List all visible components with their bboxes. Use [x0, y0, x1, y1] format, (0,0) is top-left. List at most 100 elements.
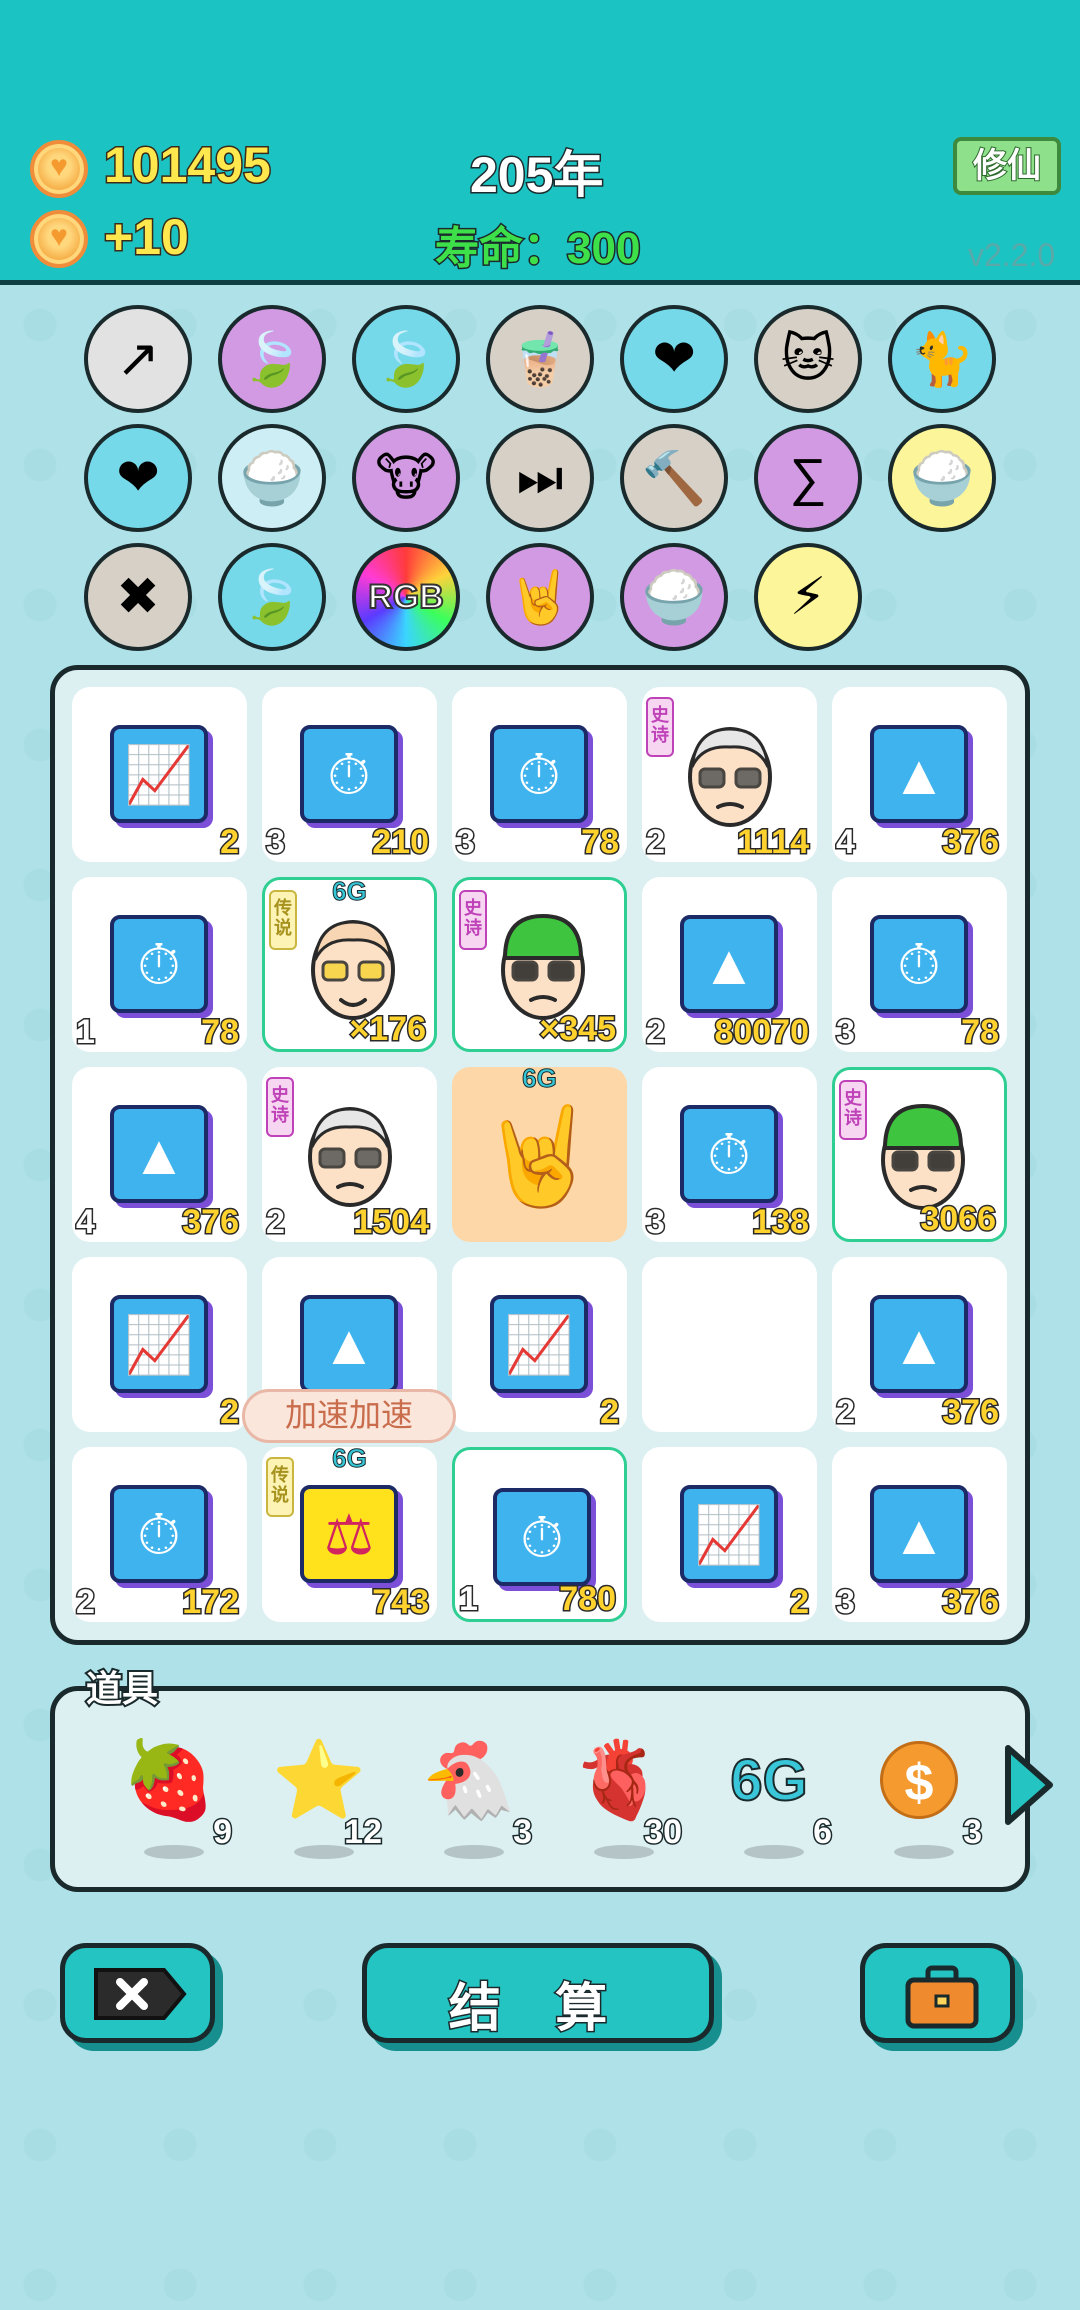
bubble-tea-icon: 🧋 — [507, 330, 573, 389]
item-star[interactable]: ⭐ 12 — [264, 1735, 383, 1865]
skill-delete-tag-14[interactable]: ✖ — [84, 543, 192, 651]
grid-cell-1-4[interactable]: ⏱ 3 78 — [832, 877, 1007, 1053]
grid-cell-3-3[interactable] — [642, 1257, 817, 1432]
old-man-avatar — [298, 1095, 402, 1213]
skill-blood-bag-7[interactable]: ❤ — [84, 424, 192, 532]
item-chicken[interactable]: 🐔 3 — [414, 1735, 533, 1865]
grid-cell-4-4[interactable]: ▲ 3 376 — [832, 1447, 1007, 1623]
grid-cell-3-4[interactable]: ▲ 2 376 — [832, 1257, 1007, 1433]
chart-icon: 📈 — [680, 1485, 778, 1583]
skill-cat-6[interactable]: 🐈 — [888, 305, 996, 413]
cell-level: 2 — [75, 1582, 97, 1623]
grid-cell-1-2[interactable]: 史诗 ×345 — [452, 877, 627, 1052]
chart-icon: 📈 — [490, 1295, 588, 1393]
rice-bowl-icon: 🍚 — [909, 449, 975, 508]
item-count: 6 — [812, 1812, 834, 1853]
timer-icon: ⏱ — [110, 915, 208, 1013]
blood-bag-icon: ❤ — [652, 330, 696, 388]
grid-cell-1-3[interactable]: ▲ 2 80070 — [642, 877, 817, 1053]
cultivate-button[interactable]: 修仙 — [953, 137, 1061, 195]
item-dollar-coin[interactable]: $3 — [864, 1735, 983, 1865]
skill-leaf-15[interactable]: 🍃 — [218, 543, 326, 651]
cell-count: 2 — [599, 1392, 621, 1433]
settle-button[interactable]: 结 算 — [362, 1943, 714, 2043]
star-icon: ⭐ — [271, 1738, 367, 1823]
cell-count: 780 — [558, 1579, 618, 1620]
next-arrow-icon[interactable] — [998, 1740, 1058, 1830]
cell-count: 3066 — [919, 1199, 998, 1240]
cell-level: 3 — [835, 1012, 857, 1053]
grid-cell-0-1[interactable]: ⏱ 3 210 — [262, 687, 437, 863]
skill-upgrade-arrow-0[interactable]: ↗ — [84, 305, 192, 413]
leaf-icon: 🍃 — [239, 568, 305, 627]
green-hat-man-avatar — [491, 908, 595, 1026]
item-6g[interactable]: 6G 6 — [714, 1735, 833, 1865]
grid-cell-2-0[interactable]: ▲ 4 376 — [72, 1067, 247, 1243]
cell-level: 2 — [645, 1012, 667, 1053]
coin-income: +10 — [103, 208, 191, 267]
cell-count: ×345 — [538, 1009, 618, 1050]
grid-cell-4-3[interactable]: 📈 2 — [642, 1447, 817, 1623]
skill-rice-bowl-8[interactable]: 🍚 — [218, 424, 326, 532]
timer-icon: ⏱ — [870, 915, 968, 1013]
cell-count: 78 — [200, 1012, 241, 1053]
item-lychee[interactable]: 🍓 9 — [114, 1735, 233, 1865]
top-bar: 101495 +10 205年 寿命：300 修仙 v2.2.0 — [0, 0, 1080, 285]
grid-cell-1-1[interactable]: 传说 6G ×176 — [262, 876, 437, 1052]
cell-count: 1504 — [352, 1202, 431, 1243]
skill-math-head-12[interactable]: ∑ — [754, 424, 862, 532]
item-liver[interactable]: 🫀 30 — [564, 1735, 683, 1865]
cell-level: 4 — [835, 822, 857, 863]
cell-count: ×176 — [348, 1009, 428, 1050]
speed-up-popup[interactable]: 加速加速 — [242, 1389, 456, 1443]
gold-icon: ▲ — [680, 915, 778, 1013]
grid-cell-0-4[interactable]: ▲ 4 376 — [832, 687, 1007, 863]
cell-count: 2 — [219, 1392, 241, 1433]
coin-income-icon — [30, 210, 88, 268]
grid-cell-4-2[interactable]: ⏱ 1 780 — [452, 1447, 627, 1622]
cell-level: 3 — [455, 822, 477, 863]
grid-cell-2-2[interactable]: 🤘 6G — [452, 1063, 627, 1242]
chart-icon: 📈 — [110, 1295, 208, 1393]
skill-skip-10[interactable]: ⏭ — [486, 424, 594, 532]
grid-cell-4-1[interactable]: ⚖ 传说 6G 743 — [262, 1443, 437, 1623]
cell-count: 78 — [580, 822, 621, 863]
grid-cell-0-0[interactable]: 📈 2 — [72, 687, 247, 863]
grid-cell-2-3[interactable]: ⏱ 3 138 — [642, 1067, 817, 1243]
lightning-icon: ⚡ — [789, 568, 827, 626]
grid-cell-3-0[interactable]: 📈 2 — [72, 1257, 247, 1433]
skill-hammer-11[interactable]: 🔨 — [620, 424, 728, 532]
cell-level: 3 — [835, 1582, 857, 1623]
grid-cell-0-2[interactable]: ⏱ 3 78 — [452, 687, 627, 863]
skill-rice-bowl-13[interactable]: 🍚 — [888, 424, 996, 532]
grid-cell-0-3[interactable]: 史诗 2 1114 — [642, 687, 817, 863]
grid-cell-4-0[interactable]: ⏱ 2 172 — [72, 1447, 247, 1623]
skill-cats-5[interactable]: 🐱 — [754, 305, 862, 413]
grid-cell-3-2[interactable]: 📈 2 — [452, 1257, 627, 1433]
grid-cell-2-1[interactable]: 史诗 2 1504 — [262, 1067, 437, 1243]
bag-button[interactable] — [860, 1943, 1015, 2043]
gold-icon: ▲ — [870, 1295, 968, 1393]
lifespan-text: 寿命：300 — [433, 223, 641, 275]
item-count: 3 — [962, 1812, 984, 1853]
hammer-icon: 🔨 — [641, 449, 707, 508]
rgb-icon: RGB — [367, 577, 445, 617]
tag-6g: 6G — [522, 1063, 558, 1094]
liver-icon: 🫀 — [571, 1738, 667, 1823]
skill-leaf-2[interactable]: 🍃 — [352, 305, 460, 413]
math-head-icon: ∑ — [789, 449, 827, 507]
discard-button[interactable] — [60, 1943, 215, 2043]
skill-rice-bowl-18[interactable]: 🍚 — [620, 543, 728, 651]
cell-count: 743 — [371, 1582, 431, 1623]
tag-6g: 6G — [332, 876, 368, 907]
blood-bag-icon: ❤ — [116, 449, 160, 507]
grid-cell-1-0[interactable]: ⏱ 1 78 — [72, 877, 247, 1053]
skill-cow-tv-9[interactable]: 🐮 — [352, 424, 460, 532]
skill-blood-bag-4[interactable]: ❤ — [620, 305, 728, 413]
grid-cell-2-4[interactable]: 史诗 3066 — [832, 1067, 1007, 1242]
skill-rgb-16[interactable]: RGB — [352, 543, 460, 651]
skill-leaf-1[interactable]: 🍃 — [218, 305, 326, 413]
skill-bubble-tea-3[interactable]: 🧋 — [486, 305, 594, 413]
skill-rock-hand-17[interactable]: 🤘 — [486, 543, 594, 651]
skill-lightning-19[interactable]: ⚡ — [754, 543, 862, 651]
